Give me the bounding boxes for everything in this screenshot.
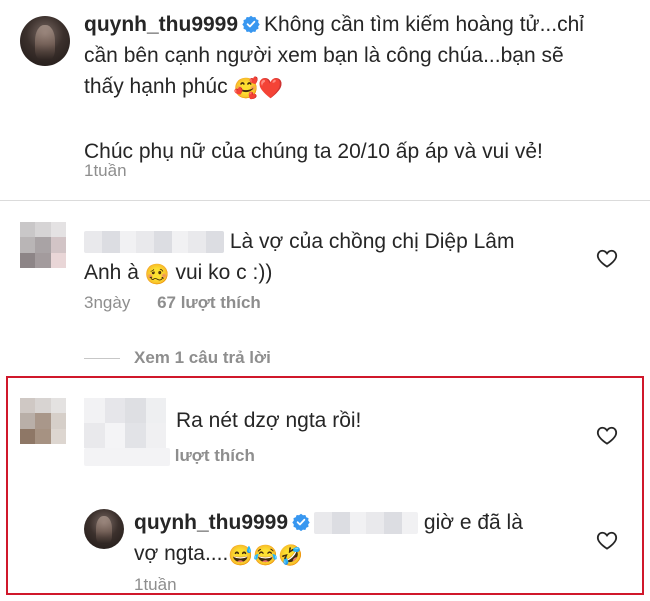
caption-timestamp[interactable]: 1tuần [84, 161, 127, 181]
laughing-emojis-icon: 😅😂🤣 [228, 545, 304, 567]
comment2-text: Ra nét dzợ ngta rồi! [176, 409, 362, 432]
comment2-username-blurred[interactable] [84, 398, 166, 448]
divider [0, 200, 650, 201]
verified-badge-icon [242, 15, 260, 33]
view-replies-line [84, 358, 120, 359]
reply-mention-blurred[interactable] [314, 512, 419, 535]
comment1-line-2b: vui ko c :)) [175, 261, 273, 284]
reply-timestamp[interactable]: 1tuần [134, 575, 177, 595]
caption-avatar[interactable] [20, 16, 70, 66]
comment1-body: Là vợ của chồng chị Diệp Lâm Anh à 🥴 vui… [84, 226, 574, 291]
smiling-hearts-emoji-icon: 🥰 [233, 78, 259, 100]
comment2-avatar[interactable] [20, 398, 66, 444]
woozy-face-emoji-icon: 🥴 [144, 264, 170, 286]
red-heart-emoji-icon: ❤️ [258, 78, 284, 100]
reply-username[interactable]: quynh_thu9999 [134, 511, 288, 534]
caption-line-4: Chúc phụ nữ của chúng ta 20/10 ấp áp và … [84, 140, 543, 163]
caption-line-3: thấy hạnh phúc [84, 75, 228, 98]
caption-text: quynh_thu9999 Không cần tìm kiếm hoàng tử… [84, 9, 644, 167]
comment1-line-1: Là vợ của chồng chị Diệp Lâm [229, 230, 515, 253]
caption-line-2: cần bên cạnh người xem bạn là công chúa.… [84, 44, 564, 67]
reply-body: quynh_thu9999 giờ e đã là vợ ngta....😅😂🤣 [134, 507, 584, 572]
comment2-meta: lượt thích [84, 446, 255, 466]
like-heart-icon[interactable] [596, 530, 618, 550]
reply-line-2: vợ ngta.... [134, 542, 229, 565]
comment1-timestamp[interactable]: 3ngày [84, 293, 130, 312]
comment1-meta: 3ngày 67 lượt thích [84, 293, 261, 313]
comment2-time-blurred[interactable] [84, 447, 170, 466]
comment1-line-2a: Anh à [84, 261, 139, 284]
caption-username[interactable]: quynh_thu9999 [84, 13, 238, 36]
like-heart-icon[interactable] [596, 425, 618, 445]
view-replies-link[interactable]: Xem 1 câu trả lời [134, 348, 271, 368]
reply-line-1: giờ e đã là [423, 511, 523, 534]
caption-line-1: Không cần tìm kiếm hoàng tử...chỉ [264, 13, 584, 36]
reply-avatar[interactable] [84, 509, 124, 549]
like-heart-icon[interactable] [596, 248, 618, 268]
comment1-avatar[interactable] [20, 222, 66, 268]
verified-badge-icon [292, 513, 310, 531]
comment2-likes[interactable]: lượt thích [175, 446, 255, 465]
comment1-likes[interactable]: 67 lượt thích [157, 293, 261, 312]
comment1-username-blurred[interactable] [84, 231, 224, 254]
